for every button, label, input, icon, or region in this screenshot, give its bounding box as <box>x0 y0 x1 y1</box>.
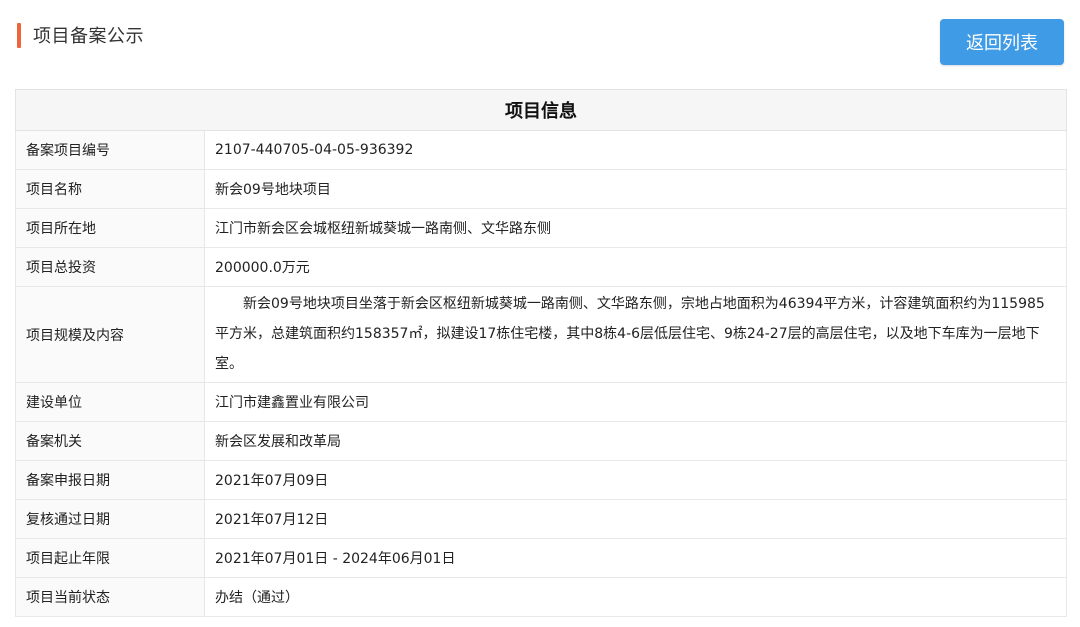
title-accent-bar <box>17 22 21 48</box>
table-row-review-date: 复核通过日期 2021年07月12日 <box>15 499 1067 539</box>
table-row-filing-date: 备案申报日期 2021年07月09日 <box>15 460 1067 500</box>
row-value: 2021年07月01日 - 2024年06月01日 <box>204 538 1067 578</box>
table-row-project-name: 项目名称 新会09号地块项目 <box>15 169 1067 209</box>
row-value: 办结（通过） <box>204 577 1067 617</box>
row-value: 2021年07月12日 <box>204 499 1067 539</box>
row-label: 建设单位 <box>15 382 205 422</box>
table-row-project-location: 项目所在地 江门市新会区会城枢纽新城葵城一路南侧、文华路东侧 <box>15 208 1067 248</box>
page-title: 项目备案公示 <box>33 26 144 47</box>
row-value: 2021年07月09日 <box>204 460 1067 500</box>
table-row-project-period: 项目起止年限 2021年07月01日 - 2024年06月01日 <box>15 538 1067 578</box>
row-value: 江门市建鑫置业有限公司 <box>204 382 1067 422</box>
table-row-project-status: 项目当前状态 办结（通过） <box>15 577 1067 617</box>
row-value: 新会区发展和改革局 <box>204 421 1067 461</box>
row-label: 项目当前状态 <box>15 577 205 617</box>
row-label: 备案申报日期 <box>15 460 205 500</box>
table-header-row: 项目信息 <box>15 89 1067 131</box>
row-value: 新会09号地块项目坐落于新会区枢纽新城葵城一路南侧、文华路东侧，宗地占地面积为4… <box>204 286 1067 383</box>
table-row-construction-unit: 建设单位 江门市建鑫置业有限公司 <box>15 382 1067 422</box>
row-label: 项目规模及内容 <box>15 286 205 383</box>
row-label: 复核通过日期 <box>15 499 205 539</box>
row-label: 项目所在地 <box>15 208 205 248</box>
page-header: 项目备案公示 <box>17 22 144 48</box>
table-heading: 项目信息 <box>15 89 1067 131</box>
row-label: 项目名称 <box>15 169 205 209</box>
row-value: 2107-440705-04-05-936392 <box>204 130 1067 170</box>
row-label: 项目总投资 <box>15 247 205 287</box>
table-row-filing-authority: 备案机关 新会区发展和改革局 <box>15 421 1067 461</box>
page: 项目备案公示 返回列表 项目信息 备案项目编号 2107-440705-04-0… <box>0 0 1080 627</box>
back-to-list-button[interactable]: 返回列表 <box>940 19 1064 65</box>
row-label: 备案机关 <box>15 421 205 461</box>
row-label: 备案项目编号 <box>15 130 205 170</box>
table-row-project-scale: 项目规模及内容 新会09号地块项目坐落于新会区枢纽新城葵城一路南侧、文华路东侧，… <box>15 286 1067 383</box>
project-info-table: 项目信息 备案项目编号 2107-440705-04-05-936392 项目名… <box>15 89 1067 617</box>
table-row-total-investment: 项目总投资 200000.0万元 <box>15 247 1067 287</box>
row-value: 江门市新会区会城枢纽新城葵城一路南侧、文华路东侧 <box>204 208 1067 248</box>
table-row-project-code: 备案项目编号 2107-440705-04-05-936392 <box>15 130 1067 170</box>
row-label: 项目起止年限 <box>15 538 205 578</box>
row-value: 200000.0万元 <box>204 247 1067 287</box>
row-value: 新会09号地块项目 <box>204 169 1067 209</box>
